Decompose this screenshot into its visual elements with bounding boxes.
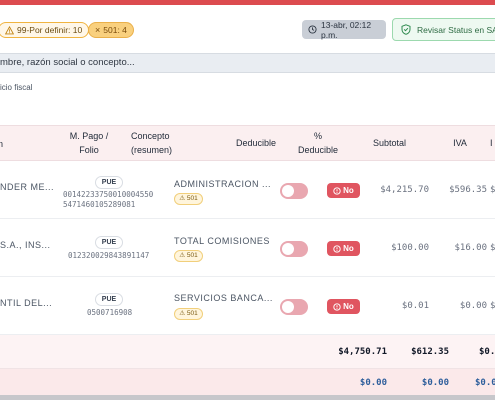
- tag-label: 501: [186, 252, 198, 259]
- row-name: S.A., INS...: [0, 240, 51, 250]
- deducible-status-badge: No: [327, 299, 360, 314]
- filter-501-label: 501: 4: [103, 25, 127, 35]
- tag-label: 501: [186, 310, 198, 317]
- col-pago: M. Pago /: [69, 131, 109, 141]
- row-iva: $16.00: [454, 243, 487, 253]
- row-subtotal: $4,215.70: [380, 185, 429, 195]
- toggle-knob: [282, 301, 294, 313]
- col-iva: IVA: [453, 138, 467, 148]
- x-circle-icon: [333, 302, 341, 311]
- status-label: No: [343, 244, 354, 253]
- tag-label: 501: [186, 195, 198, 202]
- search-input[interactable]: mbre, razón social o concepto...: [0, 53, 495, 73]
- deducible-toggle[interactable]: [280, 241, 308, 257]
- payment-method-badge: PUE: [95, 236, 123, 249]
- secondary-totals-row: $0.00 $0.00 $0.00: [0, 369, 495, 395]
- check-sat-status-button[interactable]: Revisar Status en SAT: [392, 18, 495, 41]
- warning-icon: ⚠: [179, 252, 186, 259]
- tag-501-badge: ⚠ 501: [174, 308, 203, 320]
- folio-line-1: 00142233750010004550: [63, 190, 154, 199]
- folio-line-1: 0500716908: [87, 308, 133, 317]
- x-circle-icon: [333, 186, 341, 195]
- row-subtotal: $100.00: [391, 243, 429, 253]
- warning-icon: ⚠: [179, 310, 186, 317]
- row-name: NDER ME...: [0, 182, 55, 192]
- col-name: n: [0, 139, 4, 149]
- filter-501-badge[interactable]: × 501: 4: [88, 22, 134, 38]
- table-row[interactable]: NDER ME... PUE 00142233750010004550 5471…: [0, 162, 495, 219]
- total-subtotal: $4,750.71: [338, 347, 387, 357]
- row-next-col: $: [490, 243, 495, 253]
- deducible-status-badge: No: [327, 241, 360, 256]
- col-pct-deducible: Deducible: [297, 145, 339, 155]
- toggle-knob: [282, 185, 294, 197]
- table-row[interactable]: S.A., INS... PUE 012320029843891147 TOTA…: [0, 220, 495, 277]
- col-folio: Folio: [79, 145, 99, 155]
- row-next-col: $: [490, 185, 495, 195]
- payment-method-badge: PUE: [95, 293, 123, 306]
- col-concepto: Concepto: [131, 131, 170, 141]
- status-label: No: [343, 302, 354, 311]
- table-header: n M. Pago / Folio Concepto (resumen) Ded…: [0, 125, 495, 161]
- search-placeholder: mbre, razón social o concepto...: [0, 57, 135, 68]
- row-name: NTIL DEL...: [0, 298, 53, 308]
- warning-icon: [5, 25, 14, 35]
- date-display: 13-abr, 02:12 p.m.: [302, 19, 386, 40]
- secondary-total-c: $0.00: [475, 378, 495, 388]
- row-iva: $0.00: [459, 301, 487, 311]
- clock-icon: [308, 25, 317, 34]
- toggle-knob: [282, 243, 294, 255]
- secondary-total-b: $0.00: [421, 378, 449, 388]
- status-label: No: [343, 186, 354, 195]
- table-row[interactable]: NTIL DEL... PUE 0500716908 SERVICIOS BAN…: [0, 278, 495, 335]
- col-resumen: (resumen): [131, 145, 173, 155]
- x-circle-icon: [333, 244, 341, 253]
- col-subtotal: Subtotal: [372, 138, 407, 148]
- total-iva: $612.35: [411, 347, 449, 357]
- totals-row: $4,750.71 $612.35 $0.: [0, 335, 495, 369]
- row-concept: SERVICIOS BANCA...: [174, 293, 273, 303]
- folio-line-2: 5471460105289081: [63, 200, 136, 209]
- top-accent-bar: [0, 0, 495, 5]
- row-subtotal: $0.01: [401, 301, 429, 311]
- date-label: 13-abr, 02:12 p.m.: [321, 19, 372, 40]
- sat-button-label: Revisar Status en SAT: [417, 24, 495, 35]
- col-deducible: Deducible: [235, 138, 277, 148]
- col-pct: %: [313, 131, 322, 141]
- folio-line-1: 012320029843891147: [68, 251, 150, 260]
- horizontal-scrollbar[interactable]: [0, 395, 495, 400]
- payment-method-badge: PUE: [95, 176, 123, 189]
- deducible-toggle[interactable]: [280, 299, 308, 315]
- col-next: I: [490, 138, 493, 148]
- row-iva: $596.35: [449, 185, 487, 195]
- total-next-col: $0.: [479, 347, 495, 357]
- por-definir-label: 99-Por definir: 10: [17, 25, 83, 35]
- tag-501-badge: ⚠ 501: [174, 250, 203, 262]
- app-window: 99-Por definir: 10 × 501: 4 13-abr, 02:1…: [0, 0, 495, 400]
- row-concept: TOTAL COMISIONES: [174, 236, 270, 246]
- warning-icon: ⚠: [179, 195, 186, 202]
- por-definir-badge[interactable]: 99-Por definir: 10: [0, 22, 90, 38]
- row-next-col: $: [490, 301, 495, 311]
- secondary-total-a: $0.00: [359, 378, 387, 388]
- deducible-status-badge: No: [327, 183, 360, 198]
- tag-501-badge: ⚠ 501: [174, 193, 203, 205]
- row-concept: ADMINISTRACION ...: [174, 179, 272, 189]
- regimen-hint: icio fiscal: [0, 83, 33, 92]
- shield-check-icon: [401, 24, 411, 35]
- close-icon[interactable]: ×: [95, 23, 100, 37]
- deducible-toggle[interactable]: [280, 183, 308, 199]
